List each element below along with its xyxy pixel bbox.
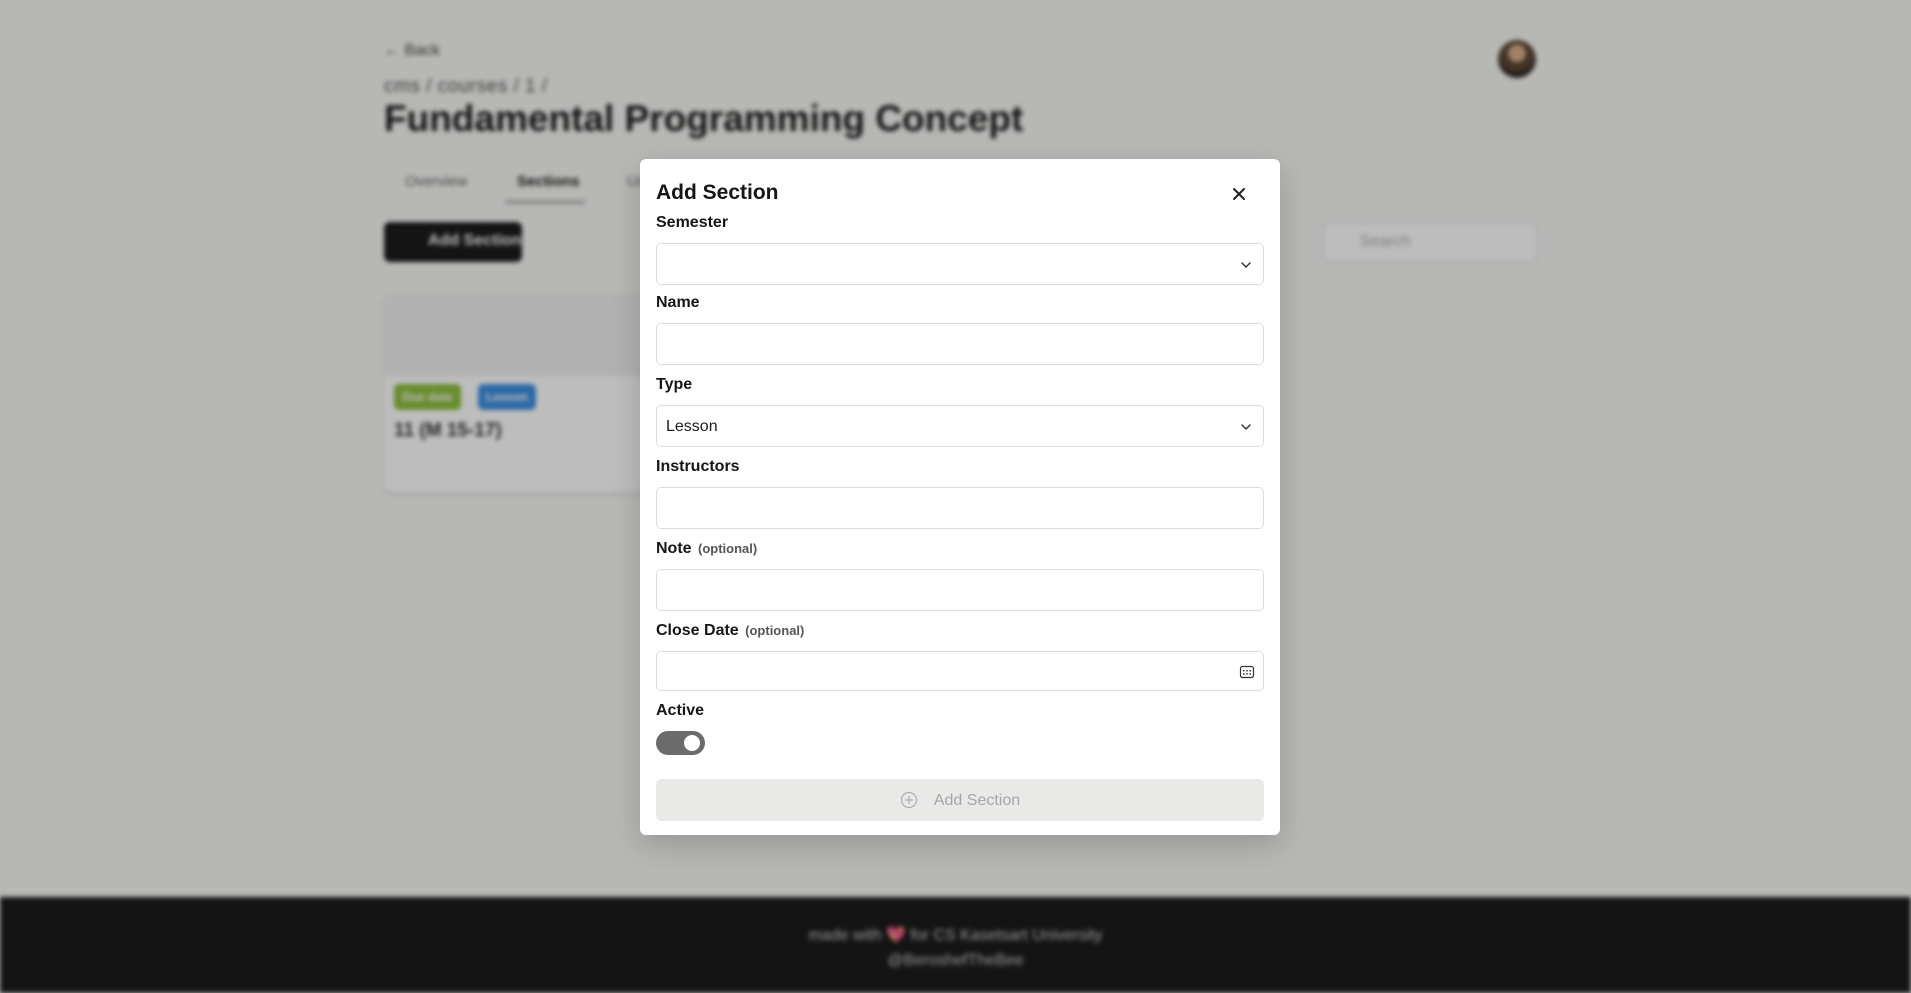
semester-label: Semester	[656, 214, 729, 231]
submit-label: Add Section	[933, 792, 1021, 809]
semester-select[interactable]	[656, 243, 1264, 285]
note-label-text: Note	[656, 540, 692, 557]
note-label: Note (optional)	[656, 540, 757, 558]
type-select[interactable]: Lesson	[656, 405, 1264, 447]
close-date-label: Close Date (optional)	[656, 622, 804, 640]
close-date-input[interactable]	[656, 651, 1264, 691]
add-section-dialog: Add Section Semester Name Type Lesson In…	[640, 159, 1280, 835]
close-date-optional-hint: (optional)	[745, 623, 805, 638]
instructors-label: Instructors	[656, 458, 740, 475]
active-label: Active	[656, 702, 705, 719]
calendar-icon[interactable]	[1239, 664, 1255, 680]
instructors-input[interactable]	[656, 487, 1264, 529]
plus-circle-icon	[900, 791, 918, 809]
type-label: Type	[656, 376, 693, 393]
chevron-down-icon	[1241, 262, 1251, 269]
note-optional-hint: (optional)	[698, 541, 758, 556]
type-value: Lesson	[666, 418, 718, 435]
close-button[interactable]	[1228, 183, 1250, 205]
name-label: Name	[656, 294, 700, 311]
chevron-down-icon	[1241, 424, 1251, 431]
note-input[interactable]	[656, 569, 1264, 611]
close-icon	[1233, 188, 1245, 200]
close-date-label-text: Close Date	[656, 622, 739, 639]
name-input[interactable]	[656, 323, 1264, 365]
dialog-title: Add Section	[656, 181, 779, 204]
toggle-knob	[684, 735, 700, 751]
add-section-submit-button[interactable]: Add Section	[656, 779, 1264, 821]
active-toggle[interactable]	[656, 731, 705, 755]
